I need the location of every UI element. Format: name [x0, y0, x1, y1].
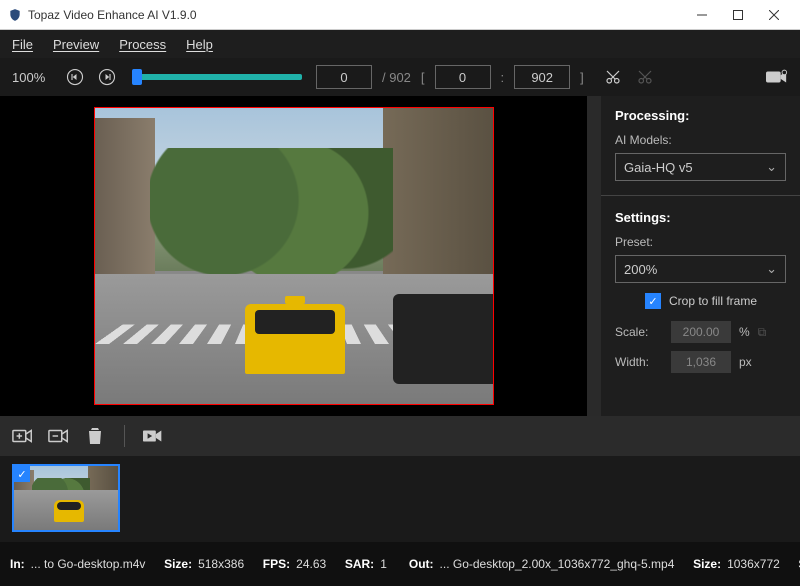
status-out-value: ... Go-desktop_2.00x_1036x772_ghq-5.mp4	[440, 557, 675, 571]
prev-frame-button[interactable]	[64, 66, 86, 88]
bracket-close: ]	[580, 70, 584, 85]
out-point-input[interactable]	[514, 65, 570, 89]
ai-model-select[interactable]: Gaia-HQ v5 ⌄	[615, 153, 786, 181]
width-input[interactable]: 1,036	[671, 351, 731, 373]
preview-viewport[interactable]	[0, 96, 587, 416]
ai-model-value: Gaia-HQ v5	[624, 160, 693, 175]
remove-clip-button[interactable]	[48, 425, 70, 447]
status-size1-value: 518x386	[198, 557, 244, 571]
width-unit: px	[739, 355, 752, 369]
menu-help[interactable]: Help	[186, 37, 213, 52]
timeline-thumb[interactable]	[132, 69, 142, 85]
ai-models-label: AI Models:	[615, 133, 786, 147]
settings-header: Settings:	[615, 210, 786, 225]
menu-process[interactable]: Process	[119, 37, 166, 52]
link-icon[interactable]: ⧉	[758, 325, 767, 340]
close-button[interactable]	[756, 1, 792, 29]
preview-frame	[94, 107, 494, 405]
process-button[interactable]	[143, 425, 165, 447]
check-icon: ✓	[645, 293, 661, 309]
next-frame-button[interactable]	[96, 66, 118, 88]
preset-select[interactable]: 200% ⌄	[615, 255, 786, 283]
processing-header: Processing:	[615, 108, 786, 123]
scale-unit: %	[739, 325, 750, 339]
toolbar: 100% / 902 [ : ]	[0, 58, 800, 96]
cut-disabled-icon	[634, 66, 656, 88]
timeline-slider[interactable]	[132, 74, 302, 80]
delete-button[interactable]	[84, 425, 106, 447]
titlebar: Topaz Video Enhance AI V1.9.0	[0, 0, 800, 30]
maximize-button[interactable]	[720, 1, 756, 29]
crop-label: Crop to fill frame	[669, 294, 757, 308]
status-in-key: In:	[10, 557, 25, 571]
preview-scrollbar[interactable]	[587, 96, 601, 416]
action-divider	[124, 425, 125, 447]
frame-total-label: / 902	[382, 70, 411, 85]
status-sar-key: SAR:	[345, 557, 374, 571]
selected-check-icon: ✓	[14, 466, 30, 482]
side-panel: Processing: AI Models: Gaia-HQ v5 ⌄ Sett…	[601, 96, 800, 416]
width-row: Width: 1,036 px	[615, 351, 786, 373]
content-area: Processing: AI Models: Gaia-HQ v5 ⌄ Sett…	[0, 96, 800, 416]
status-in-value: ... to Go-desktop.m4v	[31, 557, 146, 571]
status-sar-value: 1	[380, 557, 387, 571]
minimize-button[interactable]	[684, 1, 720, 29]
menu-file[interactable]: File	[12, 37, 33, 52]
panel-divider	[601, 195, 800, 196]
camera-view-icon[interactable]	[766, 66, 788, 88]
bracket-open: [	[421, 70, 425, 85]
scale-row: Scale: 200.00 % ⧉	[615, 321, 786, 343]
crop-checkbox[interactable]: ✓ Crop to fill frame	[645, 293, 786, 309]
cut-icon[interactable]	[602, 66, 624, 88]
thumbnail-strip: ✓	[0, 456, 800, 542]
status-out-key: Out:	[409, 557, 434, 571]
window-title: Topaz Video Enhance AI V1.9.0	[28, 8, 684, 22]
range-colon: :	[501, 70, 505, 85]
width-label: Width:	[615, 355, 663, 369]
status-fps-key: FPS:	[263, 557, 290, 571]
actionbar	[0, 416, 800, 456]
scale-label: Scale:	[615, 325, 663, 339]
chevron-down-icon: ⌄	[766, 159, 777, 175]
preset-value: 200%	[624, 262, 657, 277]
app-shield-icon	[8, 8, 22, 22]
status-size2-value: 1036x772	[727, 557, 780, 571]
current-frame-input[interactable]	[316, 65, 372, 89]
chevron-down-icon: ⌄	[766, 261, 777, 277]
zoom-level[interactable]: 100%	[12, 70, 54, 85]
status-size1-key: Size:	[164, 557, 192, 571]
video-still	[95, 108, 493, 404]
statusbar: In: ... to Go-desktop.m4v Size: 518x386 …	[0, 542, 800, 586]
in-point-input[interactable]	[435, 65, 491, 89]
scale-input[interactable]: 200.00	[671, 321, 731, 343]
menu-preview[interactable]: Preview	[53, 37, 99, 52]
preset-label: Preset:	[615, 235, 786, 249]
status-fps-value: 24.63	[296, 557, 326, 571]
menubar: File Preview Process Help	[0, 30, 800, 58]
add-clip-button[interactable]	[12, 425, 34, 447]
status-size2-key: Size:	[693, 557, 721, 571]
clip-thumbnail[interactable]: ✓	[12, 464, 120, 532]
